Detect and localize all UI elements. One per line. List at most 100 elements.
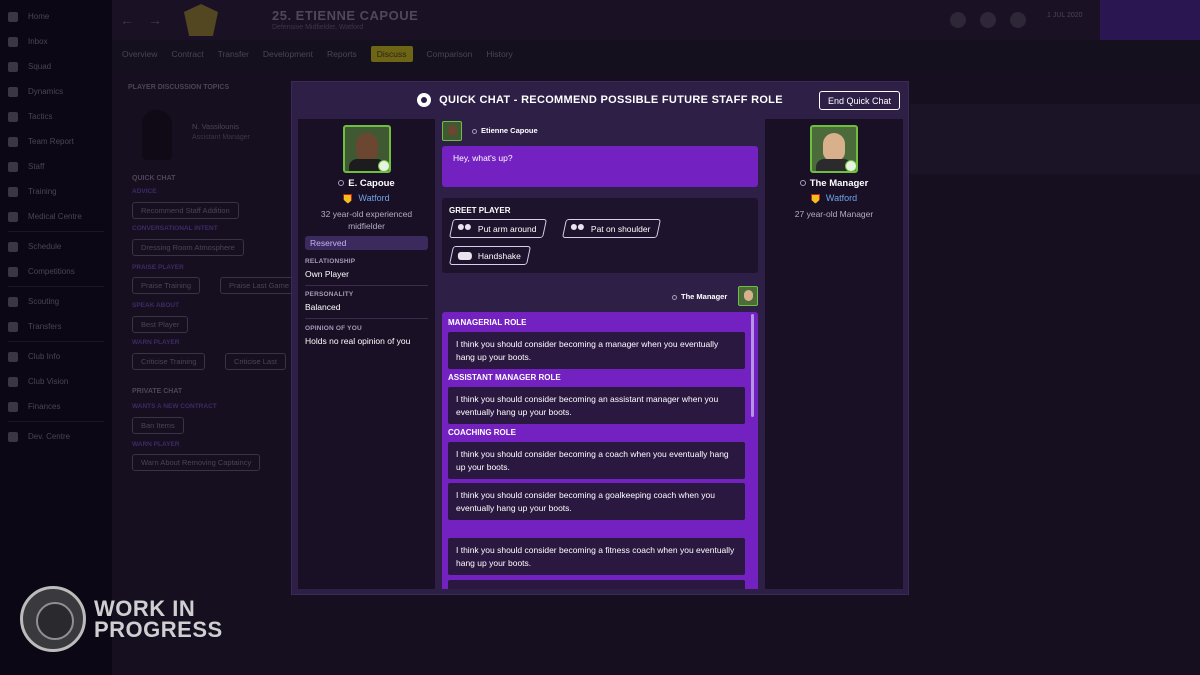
relationship-label: RELATIONSHIP xyxy=(305,258,356,265)
notification-icon[interactable] xyxy=(950,12,966,28)
sidebar-item-tactics[interactable]: Tactics xyxy=(0,104,112,129)
options-scrollbar[interactable] xyxy=(751,314,754,417)
topic-button[interactable]: Praise Training xyxy=(132,277,201,294)
sidebar-item-squad[interactable]: Squad xyxy=(0,54,112,79)
player-name[interactable]: E. Capoue xyxy=(348,178,394,189)
tab-comparison[interactable]: Comparison xyxy=(427,49,473,59)
handshake-icon xyxy=(458,251,472,260)
pat-on-shoulder-button[interactable]: Pat on shoulder xyxy=(561,219,661,238)
group-label: PRAISE PLAYER xyxy=(132,264,184,271)
watermark-line: WORK IN xyxy=(94,596,196,621)
player-mini-avatar xyxy=(442,121,462,141)
player-title: 25. ETIENNE CAPOUE xyxy=(272,8,419,23)
greet-player-box: GREET PLAYER Put arm around Pat on shoul… xyxy=(442,198,758,273)
tab-discuss[interactable]: Discuss xyxy=(370,46,413,62)
dev-centre-icon xyxy=(8,431,18,442)
group-label: ADVICE xyxy=(132,188,157,195)
player-panel: E. Capoue Watford 32 year-old experience… xyxy=(298,119,435,589)
topic-button[interactable]: Best Player xyxy=(132,316,189,333)
calendar-icon xyxy=(8,241,18,252)
watermark-line: PROGRESS xyxy=(94,617,223,642)
opinion-value: Holds no real opinion of you xyxy=(305,336,411,346)
group-label: WANTS A NEW CONTRACT xyxy=(132,403,217,410)
option-manager[interactable]: I think you should consider becoming a m… xyxy=(448,332,745,369)
group-label: SPEAK ABOUT xyxy=(132,302,180,309)
person-silhouette xyxy=(142,110,172,160)
report-icon xyxy=(8,136,18,147)
manager-name[interactable]: The Manager xyxy=(810,178,869,189)
relationship-block: RELATIONSHIP Own Player xyxy=(305,258,428,286)
sidebar-item-transfers[interactable]: Transfers xyxy=(0,314,112,339)
sidebar-item-medical-centre[interactable]: Medical Centre xyxy=(0,204,112,229)
divider xyxy=(8,341,104,342)
topic-button[interactable]: Criticise Last xyxy=(225,353,286,370)
tab-reports[interactable]: Reports xyxy=(327,49,357,59)
finances-icon xyxy=(8,401,18,412)
option-goalkeeping-coach[interactable]: I think you should consider becoming a g… xyxy=(448,483,745,520)
quick-chat-modal: QUICK CHAT - RECOMMEND POSSIBLE FUTURE S… xyxy=(291,81,909,595)
option-coach[interactable]: I think you should consider becoming a c… xyxy=(448,442,745,479)
club-badge-icon[interactable] xyxy=(184,4,218,36)
transfers-icon xyxy=(8,321,18,332)
sidebar-item-training[interactable]: Training xyxy=(0,179,112,204)
option-assistant-manager[interactable]: I think you should consider becoming an … xyxy=(448,387,745,424)
greet-title: GREET PLAYER xyxy=(449,206,511,215)
watermark: WORK IN PROGRESS xyxy=(20,586,223,652)
group-label: WARN PLAYER xyxy=(132,441,180,448)
put-arm-around-button[interactable]: Put arm around xyxy=(448,219,547,238)
top-bar: ← → 25. ETIENNE CAPOUE Defensive Midfiel… xyxy=(112,0,1200,40)
sidebar-item-team-report[interactable]: Team Report xyxy=(0,129,112,154)
personality-label: PERSONALITY xyxy=(305,291,354,298)
sidebar-item-home[interactable]: Home xyxy=(0,4,112,29)
topic-button[interactable]: Recommend Staff Addition xyxy=(132,202,239,219)
person-icon xyxy=(338,180,345,187)
sidebar-item-dev-centre[interactable]: Dev. Centre xyxy=(0,424,112,449)
tab-transfer[interactable]: Transfer xyxy=(218,49,249,59)
group-label: WARN PLAYER xyxy=(132,339,180,346)
sidebar-item-club-vision[interactable]: Club Vision xyxy=(0,369,112,394)
option-partial[interactable] xyxy=(448,580,745,589)
player-portrait[interactable] xyxy=(343,125,391,173)
sidebar-item-finances[interactable]: Finances xyxy=(0,394,112,419)
continue-button[interactable] xyxy=(1100,0,1200,40)
modal-title: QUICK CHAT - RECOMMEND POSSIBLE FUTURE S… xyxy=(439,94,783,106)
topic-button[interactable]: Praise Last Game xyxy=(220,277,299,294)
manager-club[interactable]: Watford xyxy=(826,193,857,203)
player-club[interactable]: Watford xyxy=(358,193,389,203)
help-icon[interactable] xyxy=(980,12,996,28)
sidebar-item-inbox[interactable]: Inbox xyxy=(0,29,112,54)
manager-portrait[interactable] xyxy=(810,125,858,173)
opinion-block: OPINION OF YOU Holds no real opinion of … xyxy=(305,325,428,346)
option-fitness-coach[interactable]: I think you should consider becoming a f… xyxy=(448,538,745,575)
player-status-label: Reserved xyxy=(305,236,428,250)
tab-overview[interactable]: Overview xyxy=(122,49,157,59)
sidebar-item-competitions[interactable]: Competitions xyxy=(0,259,112,284)
back-arrow-icon[interactable]: ← xyxy=(120,12,134,28)
chat-area: Etienne Capoue Hey, what's up? GREET PLA… xyxy=(442,119,759,589)
tab-history[interactable]: History xyxy=(486,49,512,59)
manager-avatar[interactable] xyxy=(1010,12,1026,28)
sidebar-item-schedule[interactable]: Schedule xyxy=(0,234,112,259)
tactics-icon xyxy=(8,111,18,122)
topic-button[interactable]: Ban Items xyxy=(132,417,184,434)
sidebar-item-staff[interactable]: Staff xyxy=(0,154,112,179)
people-icon xyxy=(458,224,472,234)
topic-button[interactable]: Warn About Removing Captaincy xyxy=(132,454,261,471)
handshake-button[interactable]: Handshake xyxy=(448,246,532,265)
club-crest-icon xyxy=(810,193,820,204)
forward-arrow-icon[interactable]: → xyxy=(148,12,162,28)
person-icon xyxy=(472,128,477,134)
manager-status-icon xyxy=(845,160,856,171)
person-icon xyxy=(672,294,677,300)
tab-contract[interactable]: Contract xyxy=(171,49,203,59)
tab-development[interactable]: Development xyxy=(263,49,313,59)
sidebar-item-scouting[interactable]: Scouting xyxy=(0,289,112,314)
sidebar-item-club-info[interactable]: Club Info xyxy=(0,344,112,369)
topic-button[interactable]: Criticise Training xyxy=(132,353,206,370)
player-status-icon xyxy=(378,160,389,171)
player-subnav: Overview Contract Transfer Development R… xyxy=(112,40,1200,68)
end-quick-chat-button[interactable]: End Quick Chat xyxy=(818,91,900,110)
sidebar-item-dynamics[interactable]: Dynamics xyxy=(0,79,112,104)
quick-chat-heading: QUICK CHAT xyxy=(132,175,176,182)
topic-button[interactable]: Dressing Room Atmosphere xyxy=(132,239,244,256)
